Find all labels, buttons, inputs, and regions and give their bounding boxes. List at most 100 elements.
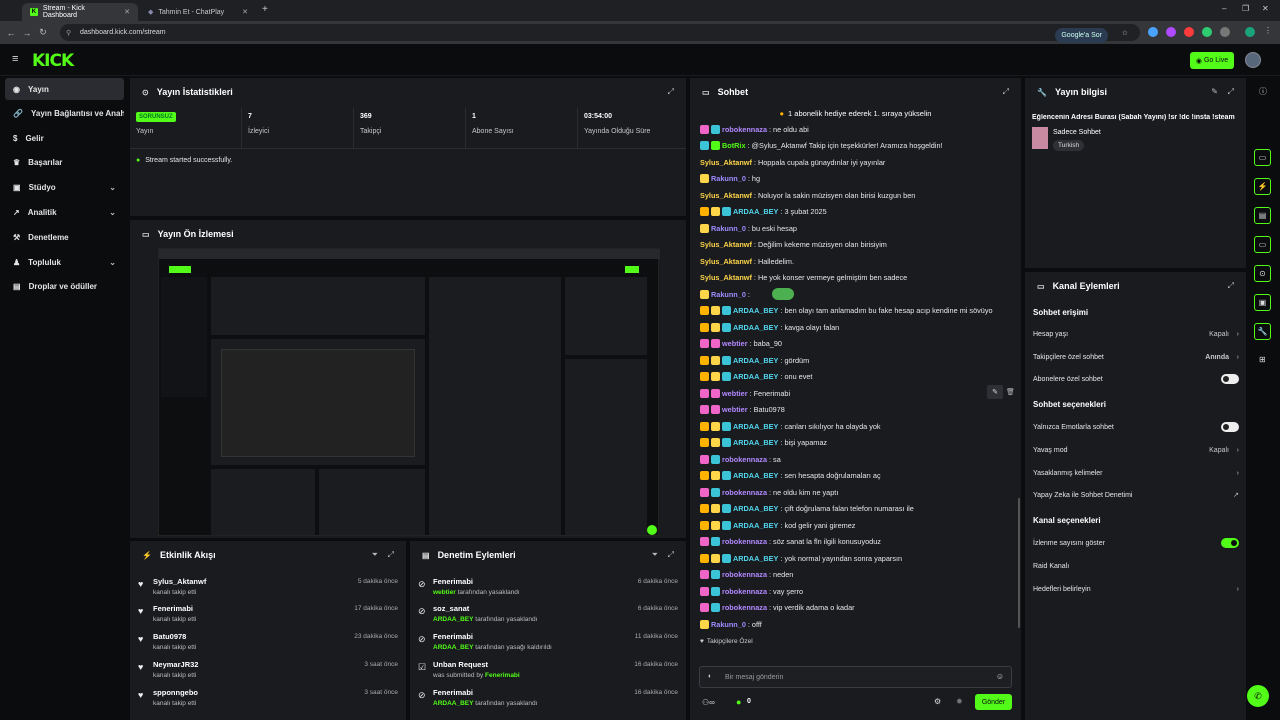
- chat-username[interactable]: ARDAA_BEY: [733, 422, 778, 431]
- back-icon[interactable]: ←: [3, 28, 19, 38]
- sidebar-item-studyo[interactable]: ▣ Stüdyo ⌄: [5, 176, 124, 198]
- chat-message[interactable]: Rakunn_0: hg: [700, 172, 1020, 186]
- preview-video[interactable]: [158, 248, 660, 536]
- slow-mode-row[interactable]: Yavaş mod Kapalı ›: [1033, 440, 1239, 460]
- chat-message[interactable]: robokennaza: sa: [700, 452, 1020, 466]
- add-widget-icon[interactable]: ⊞: [1259, 355, 1266, 364]
- info-icon[interactable]: ⓘ: [1259, 86, 1267, 97]
- chat-username[interactable]: BotRix: [722, 141, 746, 150]
- chat-message[interactable]: ARDAA_BEY: kod gelir yani giremez: [700, 518, 1020, 532]
- filter-icon[interactable]: ⏷: [652, 550, 658, 560]
- account-age-row[interactable]: Hesap yaşı Kapalı ›: [1033, 324, 1239, 344]
- chat-message[interactable]: webtier: baba_90: [700, 337, 1020, 351]
- activity-user[interactable]: Sylus_Aktanwf: [153, 577, 206, 586]
- rail-lightning-icon[interactable]: ⚡: [1254, 178, 1271, 195]
- chat-username[interactable]: webtier: [722, 389, 748, 398]
- chat-message[interactable]: Sylus_Aktanwf: Halledelim.: [700, 254, 1020, 268]
- expand-icon[interactable]: ⤢: [1228, 281, 1234, 291]
- new-tab-icon[interactable]: +: [262, 4, 268, 15]
- chat-username[interactable]: Rakunn_0: [711, 290, 746, 299]
- close-icon[interactable]: ✕: [242, 8, 248, 16]
- reload-icon[interactable]: ↻: [35, 27, 51, 38]
- send-button[interactable]: Gönder: [975, 694, 1012, 710]
- chat-username[interactable]: robokennaza: [722, 455, 767, 464]
- chat-message[interactable]: ARDAA_BEY: yok normal yayından sonra yapa…: [700, 551, 1020, 565]
- tab-kick-dashboard[interactable]: K Stream - Kick Dashboard ✕: [22, 3, 138, 21]
- chat-username[interactable]: Rakunn_0: [711, 224, 746, 233]
- emote-only-toggle[interactable]: [1221, 422, 1239, 432]
- banned-words-row[interactable]: Yasaklanmış kelimeler ›: [1033, 463, 1239, 483]
- chat-users-icon[interactable]: ⚇∞: [702, 698, 715, 707]
- expand-icon[interactable]: ⤢: [388, 550, 394, 560]
- chat-username[interactable]: ARDAA_BEY: [733, 554, 778, 563]
- sidebar-item-stream-key[interactable]: 🔗 Yayın Bağlantısı ve Anahtarı: [5, 102, 124, 124]
- browser-menu-icon[interactable]: ⋮: [1264, 26, 1272, 35]
- rail-chat-icon[interactable]: ▭: [1254, 236, 1271, 253]
- gift-sub-banner[interactable]: ● 1 abonelik hediye ederek 1. sıraya yüks…: [690, 106, 1021, 120]
- chat-username[interactable]: ARDAA_BEY: [733, 504, 778, 513]
- mod-by-user[interactable]: webtier: [433, 589, 456, 596]
- emote-picker-icon[interactable]: ◐: [708, 673, 712, 680]
- chat-message[interactable]: robokennaza: söz sanat la fln ilgili konu…: [700, 535, 1020, 549]
- ai-moderation-row[interactable]: Yapay Zeka ile Sohbet Denetimi ↗: [1033, 485, 1239, 505]
- chat-username[interactable]: robokennaza: [722, 537, 767, 546]
- sidebar-item-gelir[interactable]: $ Gelir: [5, 127, 124, 149]
- chat-message[interactable]: Sylus_Aktanwf: Noluyor la sakin müzisyen …: [700, 188, 1020, 202]
- chat-message[interactable]: robokennaza: ne oldu kim ne yaptı: [700, 485, 1020, 499]
- chat-message[interactable]: ARDAA_BEY:3 şubat 2025: [700, 205, 1020, 219]
- followers-chat-row[interactable]: Takipçilere özel sohbet Anında ›: [1033, 347, 1239, 367]
- mod-by-user[interactable]: Fenerimabi: [485, 672, 520, 679]
- bookmark-star-icon[interactable]: ☆: [1122, 29, 1128, 37]
- mod-by-user[interactable]: ARDAA_BEY: [433, 700, 473, 707]
- chat-message[interactable]: Sylus_Aktanwf: Hoppala cupala günaydınlar…: [700, 155, 1020, 169]
- delete-message-icon[interactable]: 🗑: [1006, 385, 1016, 399]
- activity-user[interactable]: Batu0978: [153, 632, 186, 641]
- chat-message[interactable]: Rakunn_0: offf: [700, 617, 1020, 631]
- go-live-button[interactable]: ◉ Go Live: [1190, 52, 1234, 69]
- chat-username[interactable]: robokennaza: [722, 570, 767, 579]
- site-info-icon[interactable]: ⚲: [66, 29, 71, 37]
- goals-row[interactable]: Hedefleri belirleyin ›: [1033, 579, 1239, 599]
- chat-message[interactable]: Sylus_Aktanwf: He yok konser vermeye gelm…: [700, 271, 1020, 285]
- kick-logo[interactable]: KICK: [32, 51, 74, 71]
- chat-message[interactable]: robokennaza: vay şerro: [700, 584, 1020, 598]
- pin-message-icon[interactable]: ✎: [987, 385, 1003, 399]
- profile-icon[interactable]: [1245, 27, 1255, 37]
- sidebar-item-analitik[interactable]: ↗ Analitik ⌄: [5, 201, 124, 223]
- expand-icon[interactable]: ⤢: [668, 87, 674, 97]
- chat-username[interactable]: ARDAA_BEY: [733, 471, 778, 480]
- extensions-puzzle-icon[interactable]: [1220, 27, 1230, 37]
- rail-video-icon[interactable]: ▭: [1254, 149, 1271, 166]
- close-icon[interactable]: ✕: [124, 8, 130, 16]
- extension-icon[interactable]: [1148, 27, 1158, 37]
- chat-message[interactable]: Rakunn_0:: [700, 287, 1020, 301]
- mod-by-user[interactable]: ARDAA_BEY: [433, 644, 473, 651]
- chat-username[interactable]: ARDAA_BEY: [733, 438, 778, 447]
- settings-gear-icon[interactable]: ⚙: [934, 697, 941, 706]
- rail-monitor-icon[interactable]: ▣: [1254, 294, 1271, 311]
- chat-username[interactable]: Rakunn_0: [711, 620, 746, 629]
- mod-target-user[interactable]: Fenerimabi: [433, 577, 473, 586]
- extension-icon[interactable]: [1166, 27, 1176, 37]
- chat-username[interactable]: webtier: [722, 339, 748, 348]
- chat-message[interactable]: Sylus_Aktanwf: Değilim kekeme müzisyen ol…: [700, 238, 1020, 252]
- chat-username[interactable]: robokennaza: [722, 488, 767, 497]
- chat-message[interactable]: ARDAA_BEY: kavga olayı falan: [700, 320, 1020, 334]
- rail-document-icon[interactable]: ▤: [1254, 207, 1271, 224]
- show-viewers-toggle[interactable]: [1221, 538, 1239, 548]
- edit-icon[interactable]: ✎: [1211, 87, 1218, 96]
- chat-username[interactable]: ARDAA_BEY: [733, 356, 778, 365]
- chat-username[interactable]: webtier: [722, 405, 748, 414]
- google-ask-button[interactable]: Google'a Sor: [1055, 28, 1108, 43]
- chat-username[interactable]: robokennaza: [722, 603, 767, 612]
- activity-user[interactable]: spponngebo: [153, 688, 198, 697]
- chat-username[interactable]: Sylus_Aktanwf: [700, 240, 752, 249]
- mod-target-user[interactable]: Fenerimabi: [433, 688, 473, 697]
- chat-message[interactable]: BotRix: @Sylus_Aktanwf Takip için teşekkü…: [700, 139, 1020, 153]
- sidebar-item-denetleme[interactable]: ⚒ Denetleme: [5, 226, 124, 248]
- chat-username[interactable]: ARDAA_BEY: [733, 306, 778, 315]
- chat-message[interactable]: robokennaza: vip verdik adama o kadar: [700, 601, 1020, 615]
- window-close-icon[interactable]: ✕: [1262, 4, 1269, 13]
- expand-icon[interactable]: ⤢: [1003, 87, 1009, 97]
- hamburger-menu-icon[interactable]: ≡: [12, 53, 18, 65]
